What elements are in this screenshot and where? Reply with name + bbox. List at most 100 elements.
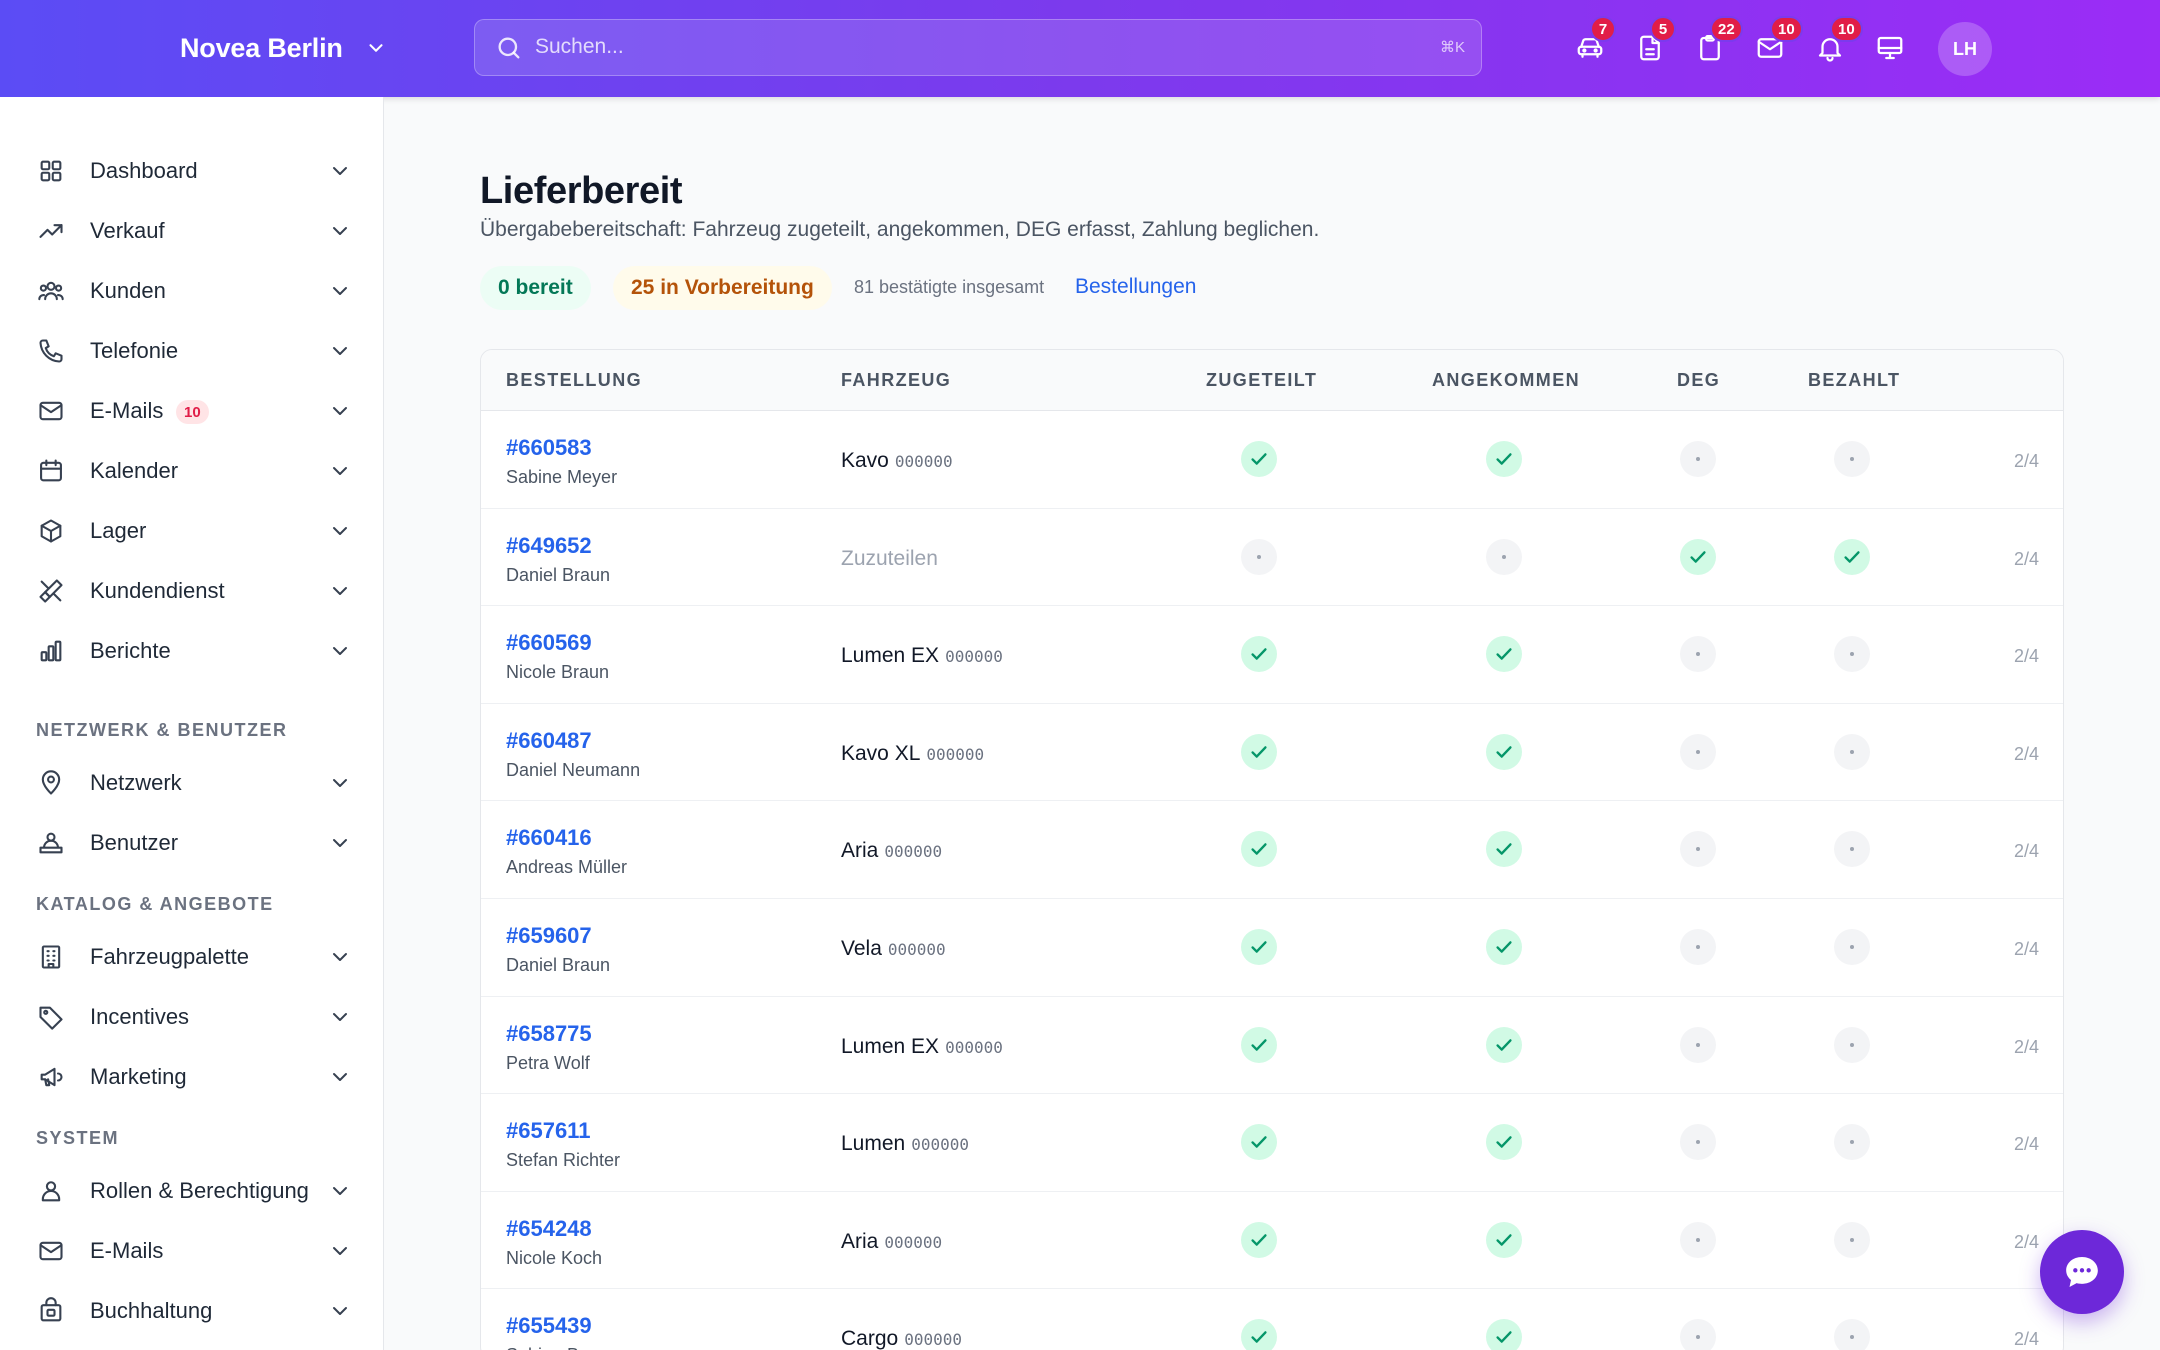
order-number-link[interactable]: #654248 <box>506 1216 592 1242</box>
check-icon <box>1496 1234 1512 1246</box>
table-row[interactable]: #660569 Nicole Braun Lumen EX 000000 2/4 <box>481 606 2063 704</box>
tasks-button[interactable]: 22 <box>1692 16 1743 66</box>
table-row[interactable]: #654248 Nicole Koch Aria 000000 2/4 <box>481 1192 2063 1290</box>
customer-name: Stefan Richter <box>506 1150 621 1171</box>
assigned-status <box>1241 733 1277 770</box>
table-row[interactable]: #660487 Daniel Neumann Kavo XL 000000 2/4 <box>481 704 2063 802</box>
tasks-badge: 22 <box>1710 16 1743 42</box>
progress-count: 2/4 <box>2013 646 2039 667</box>
vehicle-model: Aria <box>841 839 879 863</box>
sidebar-item-inventory[interactable]: Lager <box>36 507 352 555</box>
column-header-vehicle: FAHRZEUG <box>841 370 952 390</box>
order-number-link[interactable]: #660416 <box>506 825 592 851</box>
order-number-link[interactable]: #658775 <box>506 1021 592 1047</box>
deg-status <box>1680 733 1716 770</box>
sidebar-item-label: Fahrzeugpalette <box>90 944 249 969</box>
column-header-arrived: ANGEKOMMEN <box>1432 370 1580 390</box>
vehicle-model: Zuzuteilen <box>841 546 938 570</box>
table-row[interactable]: #659607 Daniel Braun Vela 000000 2/4 <box>481 899 2063 997</box>
table-row[interactable]: #655439 Sabine Braun Cargo000000 2/4 <box>481 1289 2063 1350</box>
table-row[interactable]: #649652 Daniel Braun Zuzuteilen 2/4 <box>481 509 2063 607</box>
deg-status <box>1680 1319 1716 1350</box>
paid-status <box>1834 831 1870 868</box>
table-row[interactable]: #660583 Sabine Meyer Kavo 000000 2/4 <box>481 411 2063 509</box>
documents-button[interactable]: 5 <box>1632 16 1676 66</box>
sidebar-item-customers[interactable]: Kunden <box>36 267 352 315</box>
order-number-link[interactable]: #660487 <box>506 728 592 754</box>
vehicle-code: 000000 <box>945 647 1003 667</box>
sidebar-item-label: Incentives <box>90 1004 190 1029</box>
deg-status <box>1680 441 1716 477</box>
customer-name: Nicole Braun <box>506 662 610 683</box>
vehicles-badge: 7 <box>1590 16 1616 42</box>
order-number-link[interactable]: #660583 <box>506 435 592 461</box>
arrived-status <box>1486 1221 1522 1258</box>
sidebar-item-roles[interactable]: Rollen & Berechtigung <box>36 1167 352 1215</box>
unread-badge: 10 <box>176 400 209 424</box>
check-icon <box>1251 1038 1267 1051</box>
check-icon <box>1251 843 1267 856</box>
search-input[interactable] <box>535 20 1395 74</box>
sidebar-item-sales[interactable]: Verkauf <box>36 207 352 255</box>
vehicle-cell: Lumen 000000 <box>841 1132 969 1156</box>
deg-status <box>1680 538 1716 575</box>
sidebar-item-incentives[interactable]: Incentives <box>36 993 352 1041</box>
vehicle-model: Aria <box>841 1229 879 1253</box>
trending-up-icon <box>39 224 63 238</box>
tag-icon <box>39 1006 63 1030</box>
order-number-link[interactable]: #660569 <box>506 630 592 656</box>
customer-name: Daniel Braun <box>506 955 611 975</box>
orders-link[interactable]: Bestellungen <box>1075 275 1196 299</box>
order-number-link[interactable]: #657611 <box>506 1118 590 1144</box>
sidebar-item-users[interactable]: Benutzer <box>36 819 352 867</box>
chevron-down-icon <box>333 467 347 475</box>
sidebar-item-marketing[interactable]: Marketing <box>36 1053 352 1101</box>
page-title: Lieferbereit <box>480 170 683 212</box>
column-header-order: BESTELLUNG <box>506 370 643 390</box>
check-icon <box>1496 1136 1512 1148</box>
vehicle-cell: Aria 000000 <box>841 1230 942 1254</box>
vehicle-model: Lumen EX <box>841 1034 940 1058</box>
table-row[interactable]: #658775 Petra Wolf Lumen EX 000000 2/4 <box>481 997 2063 1095</box>
vehicles-button[interactable]: 7 <box>1572 16 1616 66</box>
paid-status <box>1834 441 1870 477</box>
order-number-link[interactable]: #655439 <box>506 1313 592 1339</box>
vehicle-code: 000000 <box>894 452 953 471</box>
vehicle-model: Vela <box>841 937 882 960</box>
sidebar-item-network[interactable]: Netzwerk <box>36 759 352 807</box>
chat-button[interactable] <box>2040 1230 2124 1314</box>
paid-status <box>1834 1319 1870 1350</box>
user-avatar[interactable]: LH <box>1938 22 1992 76</box>
vehicle-model: Kavo <box>841 449 889 472</box>
vehicle-code: 000000 <box>884 842 943 862</box>
mail-icon <box>39 1241 63 1261</box>
calendar-icon <box>40 459 62 482</box>
table-row[interactable]: #657611 Stefan Richter Lumen 000000 2/4 <box>481 1094 2063 1192</box>
mail-button[interactable]: 10 <box>1752 16 1803 66</box>
dealer-switcher[interactable]: Novea Berlin <box>180 26 387 70</box>
order-number-link[interactable]: #659607 <box>506 923 592 949</box>
notifications-button[interactable]: 10 <box>1812 16 1863 66</box>
table-row[interactable]: #660416 Andreas Müller Aria 000000 2/4 <box>481 801 2063 899</box>
progress-count: 2/4 <box>2013 1036 2039 1057</box>
sidebar-item-emails[interactable]: E-Mails 10 <box>36 387 352 435</box>
sidebar-item-telephony[interactable]: Telefonie <box>36 327 352 375</box>
sidebar-item-dashboard[interactable]: Dashboard <box>36 147 352 195</box>
sidebar-item-calendar[interactable]: Kalender <box>36 447 352 495</box>
vehicle-code: 000000 <box>887 940 946 959</box>
sidebar-item-reports[interactable]: Berichte <box>36 627 352 675</box>
map-pin-icon <box>41 770 61 795</box>
arrived-status <box>1486 1319 1522 1350</box>
global-search[interactable]: ⌘K <box>474 19 1482 76</box>
sidebar-item-label: Buchhaltung <box>90 1298 213 1323</box>
chevron-down-icon <box>333 1307 347 1315</box>
paid-status <box>1834 733 1870 770</box>
sidebar-item-service[interactable]: Kundendienst <box>36 567 352 615</box>
column-header-deg: DEG <box>1677 370 1721 390</box>
order-number-link[interactable]: #649652 <box>506 533 592 559</box>
display-button[interactable] <box>1872 30 1908 66</box>
sidebar-item-accounting[interactable]: Buchhaltung <box>36 1287 352 1335</box>
sidebar-item-system-emails[interactable]: E-Mails <box>36 1227 352 1275</box>
vehicle-model: Kavo XL <box>841 741 921 765</box>
sidebar-item-vehicle-range[interactable]: Fahrzeugpalette <box>36 933 352 981</box>
